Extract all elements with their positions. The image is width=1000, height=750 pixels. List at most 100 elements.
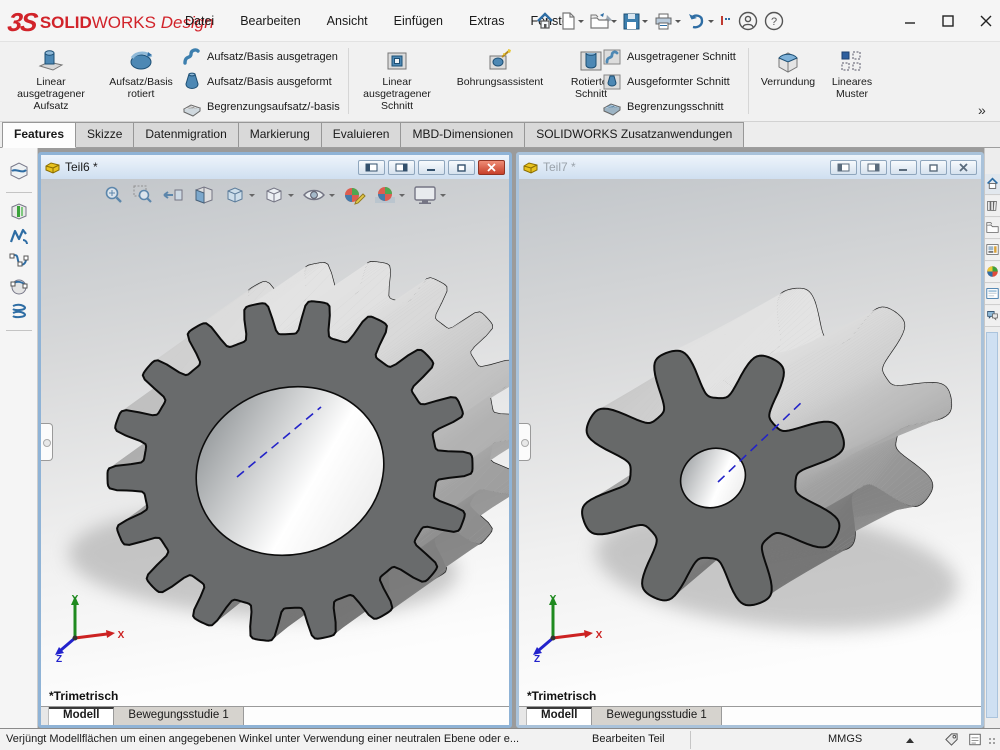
svg-text:Y: Y xyxy=(72,594,79,605)
teil6-tile-right-button[interactable] xyxy=(388,160,415,175)
zoom-area-icon[interactable] xyxy=(132,184,154,206)
boundary-cut-button[interactable]: Begrenzungsschnitt xyxy=(602,96,744,118)
previous-view-icon[interactable] xyxy=(161,184,185,206)
tab-markierung[interactable]: Markierung xyxy=(238,122,322,147)
linear-pattern-label: Lineares Muster xyxy=(822,76,882,100)
print-caret[interactable] xyxy=(675,20,681,23)
menu-bearbeiten[interactable]: Bearbeiten xyxy=(240,14,300,28)
teil6-titlebar[interactable]: Teil6 * xyxy=(41,155,509,179)
new-document-button[interactable] xyxy=(560,12,584,30)
menu-ansicht[interactable]: Ansicht xyxy=(327,14,368,28)
print-button[interactable] xyxy=(654,13,681,30)
apply-scene-icon[interactable] xyxy=(373,184,405,206)
resize-grip[interactable] xyxy=(988,737,998,747)
tab-splitter[interactable] xyxy=(519,707,527,725)
teil6-tile-left-button[interactable] xyxy=(358,160,385,175)
teil7-tab-modell[interactable]: Modell xyxy=(527,707,592,725)
teil7-tab-bewegungsstudie[interactable]: Bewegungsstudie 1 xyxy=(592,707,721,725)
teil6-minimize-button[interactable] xyxy=(418,160,445,175)
tags-icon[interactable] xyxy=(944,732,959,750)
account-button[interactable] xyxy=(738,11,758,31)
undo-button[interactable] xyxy=(687,13,714,30)
save-caret[interactable] xyxy=(642,20,648,23)
hide-show-caret[interactable] xyxy=(329,194,335,197)
zoom-fit-icon[interactable] xyxy=(103,184,125,206)
display-style-caret[interactable] xyxy=(288,194,294,197)
sketch-icon[interactable] xyxy=(8,225,30,247)
view-orientation-caret[interactable] xyxy=(249,194,255,197)
menu-einfuegen[interactable]: Einfügen xyxy=(394,14,443,28)
featuremanager-collapsed-handle[interactable] xyxy=(519,423,531,461)
maximize-button[interactable] xyxy=(942,15,954,27)
hide-show-items-icon[interactable] xyxy=(301,184,335,206)
teil6-tab-modell[interactable]: Modell xyxy=(49,707,114,725)
view-palette-icon[interactable] xyxy=(985,240,1000,261)
fillet-button[interactable]: Verrundung xyxy=(756,46,820,88)
teil6-close-button[interactable] xyxy=(478,160,505,175)
featuremanager-collapsed-handle[interactable] xyxy=(41,423,53,461)
open-button[interactable] xyxy=(590,12,617,30)
lofted-boss-button[interactable]: Aufsatz/Basis ausgeformt xyxy=(182,71,342,93)
help-button[interactable]: ? xyxy=(764,11,784,31)
rebuild-button[interactable] xyxy=(720,14,732,28)
view-settings-icon[interactable] xyxy=(412,184,446,206)
sketch-on-surface-icon[interactable] xyxy=(8,275,30,297)
task-pane-home-icon[interactable] xyxy=(985,174,1000,195)
close-button[interactable] xyxy=(980,15,992,27)
open-caret[interactable] xyxy=(611,20,617,23)
extruded-cut-button[interactable]: Linear ausgetragener Schnitt xyxy=(354,46,440,112)
revolved-boss-button[interactable]: Aufsatz/Basis rotiert xyxy=(98,46,184,100)
undo-caret[interactable] xyxy=(708,20,714,23)
design-binder-icon[interactable] xyxy=(968,732,982,750)
graphics-viewport-teil7[interactable]: Y X Z *Trimetrisch xyxy=(519,179,981,706)
teil7-tile-left-button[interactable] xyxy=(830,160,857,175)
teil7-restore-button[interactable] xyxy=(920,160,947,175)
swept-boss-button[interactable]: Aufsatz/Basis ausgetragen xyxy=(182,46,342,68)
section-view-icon[interactable] xyxy=(192,184,216,206)
swept-cut-button[interactable]: Ausgetragener Schnitt xyxy=(602,46,744,68)
instant3d-icon[interactable] xyxy=(8,200,30,222)
view-orientation-icon[interactable] xyxy=(223,184,255,206)
freeform-feature-icon[interactable] xyxy=(8,160,30,182)
tab-evaluieren[interactable]: Evaluieren xyxy=(321,122,402,147)
task-pane-collapsed-strip[interactable] xyxy=(986,332,998,718)
apply-scene-caret[interactable] xyxy=(399,194,405,197)
ribbon-overflow-button[interactable]: » xyxy=(978,102,986,118)
new-document-caret[interactable] xyxy=(578,20,584,23)
helix-coil-icon[interactable] xyxy=(8,300,30,322)
tab-datenmigration[interactable]: Datenmigration xyxy=(133,122,238,147)
menu-extras[interactable]: Extras xyxy=(469,14,504,28)
save-button[interactable] xyxy=(623,13,648,30)
extruded-boss-button[interactable]: Linear ausgetragener Aufsatz xyxy=(8,46,94,112)
teil7-minimize-button[interactable] xyxy=(890,160,917,175)
menu-datei[interactable]: Datei xyxy=(185,14,214,28)
design-library-icon[interactable] xyxy=(985,196,1000,217)
spline-icon[interactable] xyxy=(8,250,30,272)
display-style-icon[interactable] xyxy=(262,184,294,206)
teil6-tab-bewegungsstudie[interactable]: Bewegungsstudie 1 xyxy=(114,707,243,725)
edit-appearance-icon[interactable] xyxy=(342,184,366,206)
file-explorer-icon[interactable] xyxy=(985,218,1000,239)
teil6-restore-button[interactable] xyxy=(448,160,475,175)
status-units[interactable]: MMGS xyxy=(828,733,862,745)
minimize-button[interactable] xyxy=(904,15,916,27)
lofted-cut-button[interactable]: Ausgeformter Schnitt xyxy=(602,71,744,93)
teil7-close-button[interactable] xyxy=(950,160,977,175)
solidworks-forum-icon[interactable] xyxy=(985,306,1000,327)
tab-features[interactable]: Features xyxy=(2,122,76,148)
teil7-tile-right-button[interactable] xyxy=(860,160,887,175)
view-settings-caret[interactable] xyxy=(440,194,446,197)
tab-splitter[interactable] xyxy=(41,707,49,725)
units-dropdown-icon[interactable] xyxy=(906,738,914,743)
appearances-scenes-icon[interactable] xyxy=(985,262,1000,283)
home-button[interactable] xyxy=(536,12,554,30)
teil7-titlebar[interactable]: Teil7 * xyxy=(519,155,981,179)
hole-wizard-button[interactable]: Bohrungsassistent xyxy=(444,46,556,88)
boundary-boss-button[interactable]: Begrenzungsaufsatz/-basis xyxy=(182,96,342,118)
linear-pattern-button[interactable]: Lineares Muster xyxy=(822,46,882,100)
tab-skizze[interactable]: Skizze xyxy=(75,122,134,147)
tab-solidworks-zusatzanwendungen[interactable]: SOLIDWORKS Zusatzanwendungen xyxy=(524,122,744,147)
custom-properties-icon[interactable] xyxy=(985,284,1000,305)
tab-mbd-dimensionen[interactable]: MBD-Dimensionen xyxy=(400,122,525,147)
graphics-viewport-teil6[interactable]: Y X Z *Trimetrisch xyxy=(41,179,509,706)
